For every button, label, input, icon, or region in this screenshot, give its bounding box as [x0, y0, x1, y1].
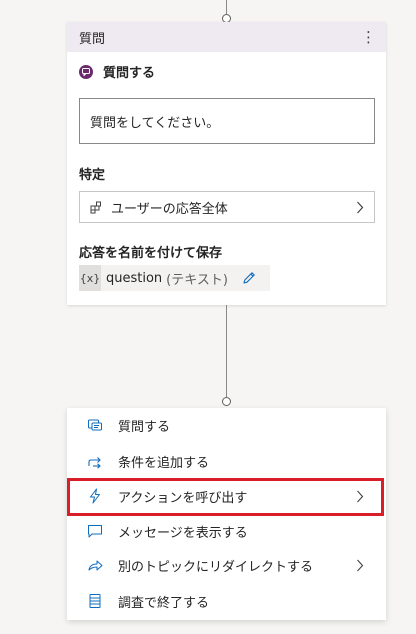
- menu-item-send-message[interactable]: メッセージを表示する: [67, 514, 386, 548]
- question-prompt-input[interactable]: 質問をしてください。: [79, 98, 375, 144]
- menu-item-redirect-topic[interactable]: 別のトピックにリダイレクトする: [67, 548, 386, 582]
- lightning-icon: [87, 488, 103, 504]
- authoring-canvas: 質問 ⋮ 質問する 質問をしてください。 特定 ユーザーの応答全体 応答を名前を…: [0, 0, 416, 634]
- menu-item-ask-question[interactable]: 質問する: [67, 408, 386, 442]
- question-badge-icon: [79, 64, 93, 79]
- connector-line-top: [226, 0, 227, 14]
- branch-icon: [87, 453, 103, 469]
- menu-item-add-condition[interactable]: 条件を追加する: [67, 444, 386, 478]
- entity-icon: [90, 201, 103, 214]
- menu-item-call-action[interactable]: アクションを呼び出す: [67, 479, 386, 513]
- question-section-label: 質問する: [103, 66, 156, 81]
- question-node-card[interactable]: 質問 ⋮ 質問する 質問をしてください。 特定 ユーザーの応答全体 応答を名前を…: [67, 22, 386, 305]
- identify-value: ユーザーの応答全体: [111, 201, 228, 217]
- card-title: 質問: [79, 31, 106, 47]
- edit-pencil-icon[interactable]: [242, 271, 256, 285]
- variable-name: question: [106, 270, 163, 286]
- add-node-menu: 質問する 条件を追加する アクションを呼び出す メッセージを表示する 別のトピッ…: [67, 408, 386, 620]
- more-options-icon[interactable]: ⋮: [361, 29, 376, 45]
- message-icon: [87, 523, 103, 539]
- menu-item-label: 別のトピックにリダイレクトする: [118, 559, 314, 575]
- identify-label: 特定: [79, 168, 106, 183]
- save-response-label: 応答を名前を付けて保存: [79, 246, 223, 261]
- menu-item-label: 調査で終了する: [118, 595, 210, 611]
- card-header: 質問 ⋮: [67, 22, 386, 52]
- question-prompt-text: 質問をしてください。: [90, 115, 220, 131]
- redirect-icon: [87, 557, 103, 573]
- menu-item-label: アクションを呼び出す: [118, 490, 248, 506]
- chevron-right-icon: [356, 490, 364, 503]
- menu-item-label: 質問する: [118, 419, 171, 435]
- question-section-title: 質問する: [79, 62, 155, 81]
- menu-item-label: 条件を追加する: [118, 455, 210, 471]
- question-icon: [87, 417, 103, 433]
- chevron-right-icon: [356, 201, 364, 214]
- chevron-right-icon: [356, 559, 364, 572]
- menu-item-label: メッセージを表示する: [118, 525, 248, 541]
- variable-chip[interactable]: {x} question (テキスト): [79, 265, 270, 291]
- variable-type: (テキスト): [166, 272, 228, 288]
- add-node-dot[interactable]: [222, 397, 231, 406]
- connector-line-middle: [226, 305, 227, 397]
- identify-selector[interactable]: ユーザーの応答全体: [79, 191, 375, 223]
- variable-badge-icon: {x}: [79, 265, 101, 291]
- menu-item-end-with-survey[interactable]: 調査で終了する: [67, 584, 386, 618]
- survey-icon: [87, 593, 103, 609]
